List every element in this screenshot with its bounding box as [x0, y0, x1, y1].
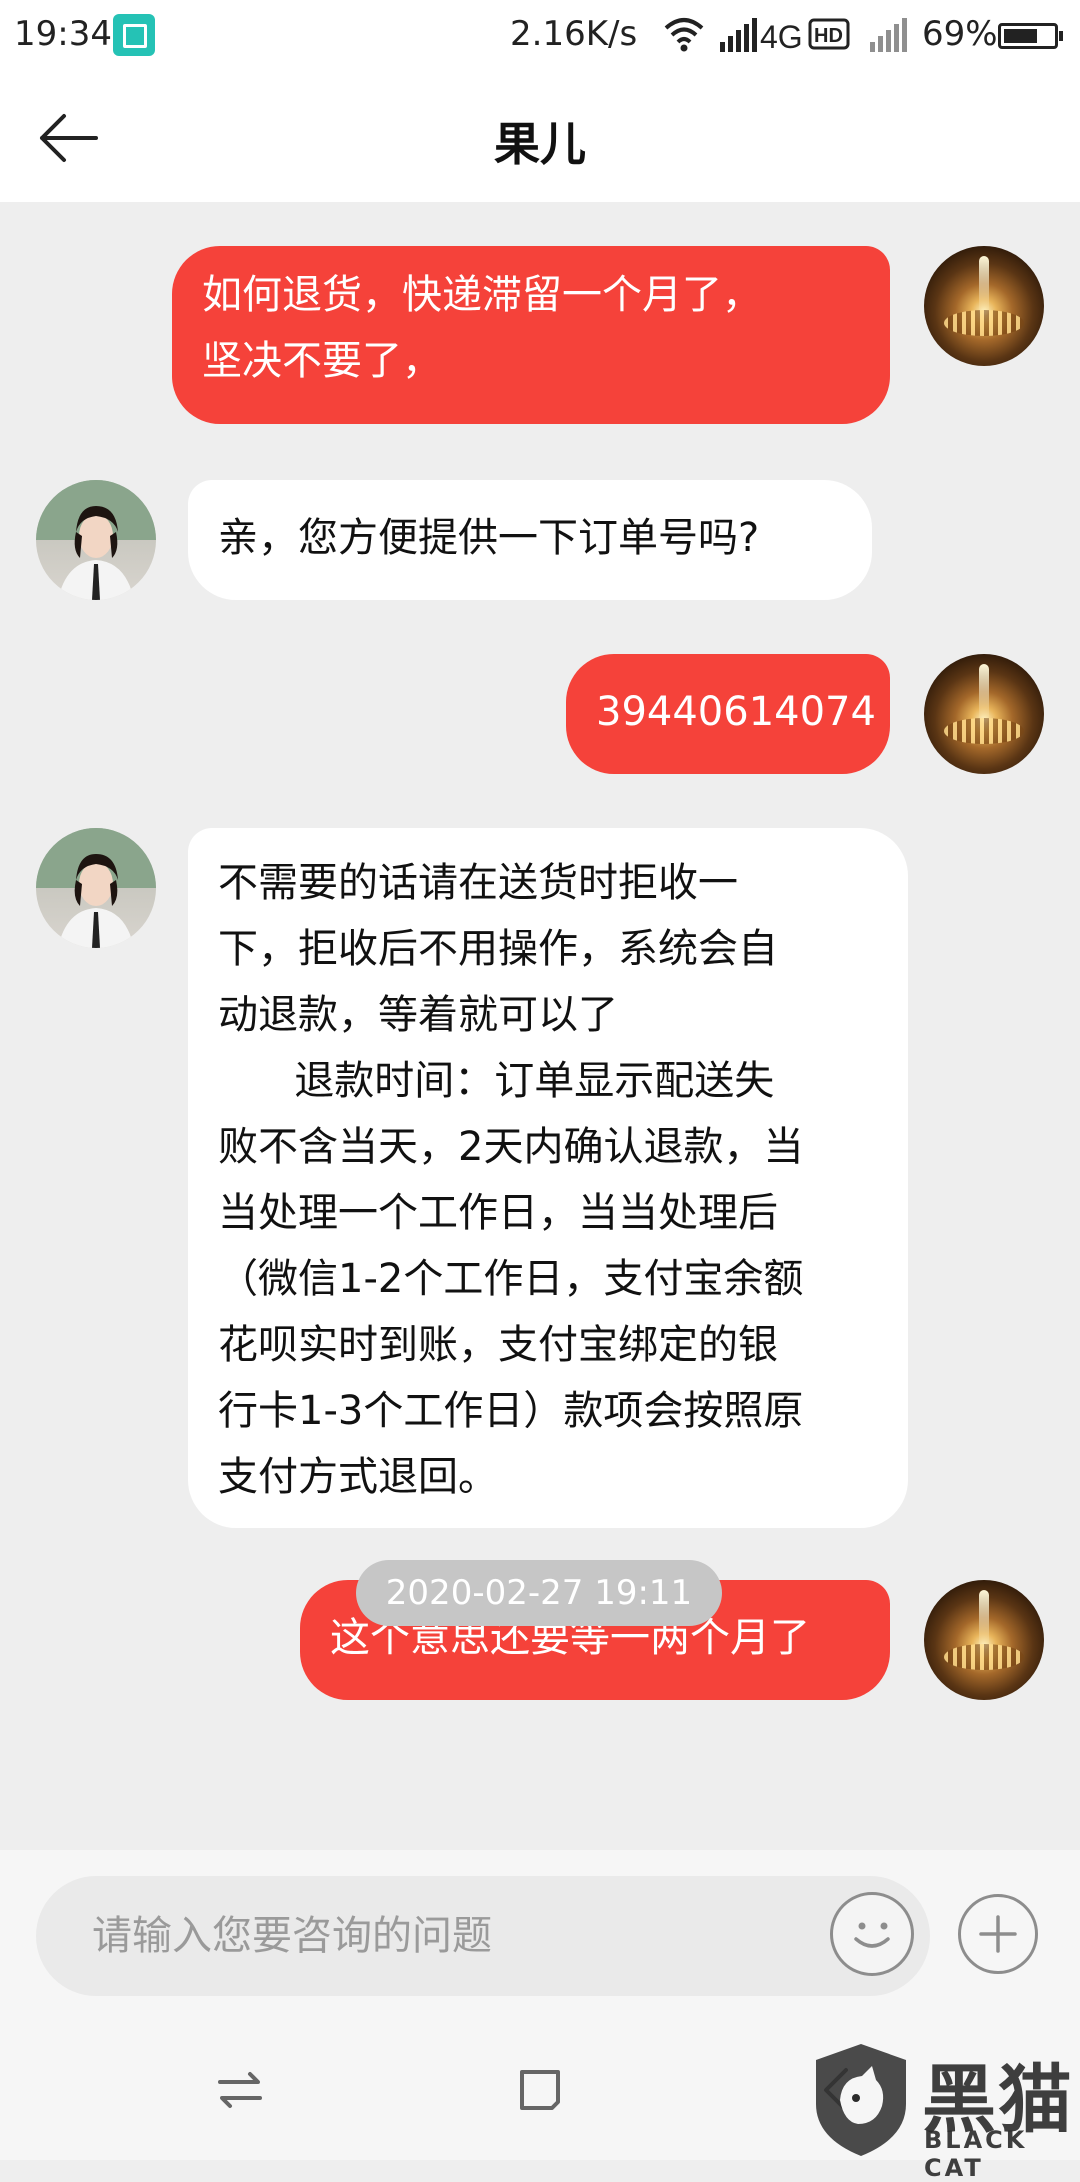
signal-icon-2: [870, 18, 907, 52]
plus-icon: [979, 1915, 1017, 1953]
emoji-button[interactable]: [830, 1892, 914, 1976]
network-speed: 2.16K/s: [510, 14, 638, 54]
message-bubble-sent[interactable]: 39440614074: [566, 654, 890, 774]
message-input[interactable]: [36, 1876, 930, 1996]
chat-header: 果儿: [0, 72, 1080, 202]
switch-apps-icon: [218, 2072, 262, 2108]
signal-icon: [720, 18, 757, 52]
recents-button[interactable]: [200, 2050, 280, 2130]
battery-icon: [998, 23, 1063, 49]
message-text: 如何退货，快递滞留一个月了， 坚决不要了，: [202, 272, 762, 384]
emoji-icon: [854, 1922, 890, 1948]
message-bubble-sent[interactable]: 如何退货，快递滞留一个月了， 坚决不要了，: [172, 246, 890, 424]
message-bubble-received[interactable]: 亲，您方便提供一下订单号吗?: [188, 480, 872, 600]
self-avatar[interactable]: [924, 1580, 1044, 1700]
network-type: 4G: [760, 19, 803, 55]
agent-avatar[interactable]: [36, 828, 156, 948]
battery-percent: 69%: [922, 14, 998, 54]
input-bar: [0, 1850, 1080, 2020]
watermark-subtext: BLACK CAT: [924, 2126, 1028, 2182]
agent-portrait-icon: [36, 828, 156, 948]
self-avatar[interactable]: [924, 654, 1044, 774]
status-time: 19:34: [14, 14, 112, 54]
black-cat-logo-icon: [816, 2044, 906, 2156]
message-timestamp: 2020-02-27 19:11: [356, 1560, 722, 1626]
more-options-button[interactable]: [958, 1894, 1038, 1974]
agent-portrait-icon: [36, 480, 156, 600]
home-button[interactable]: [500, 2050, 580, 2130]
hd-label: HD: [814, 25, 843, 47]
message-text: 亲，您方便提供一下订单号吗?: [218, 515, 760, 561]
page-title: 果儿: [494, 117, 586, 171]
message-bubble-received[interactable]: 不需要的话请在送货时拒收一 下，拒收后不用操作，系统会自 动退款，等着就可以了 …: [188, 828, 908, 1528]
wifi-icon: [664, 18, 704, 52]
self-avatar[interactable]: [924, 246, 1044, 366]
status-bar: 19:34 2.16K/s 4G HD 69%: [0, 0, 1080, 72]
message-text: 不需要的话请在送货时拒收一 下，拒收后不用操作，系统会自 动退款，等着就可以了 …: [218, 860, 804, 1500]
home-square-icon: [520, 2070, 560, 2110]
hd-icon: HD: [808, 18, 850, 50]
message-text: 39440614074: [596, 689, 876, 735]
status-icons: 4G HD: [664, 18, 907, 55]
agent-avatar[interactable]: [36, 480, 156, 600]
scan-icon: [113, 14, 155, 56]
battery-fill: [1004, 29, 1037, 43]
watermark: 黑猫 BLACK CAT: [806, 2040, 1076, 2182]
